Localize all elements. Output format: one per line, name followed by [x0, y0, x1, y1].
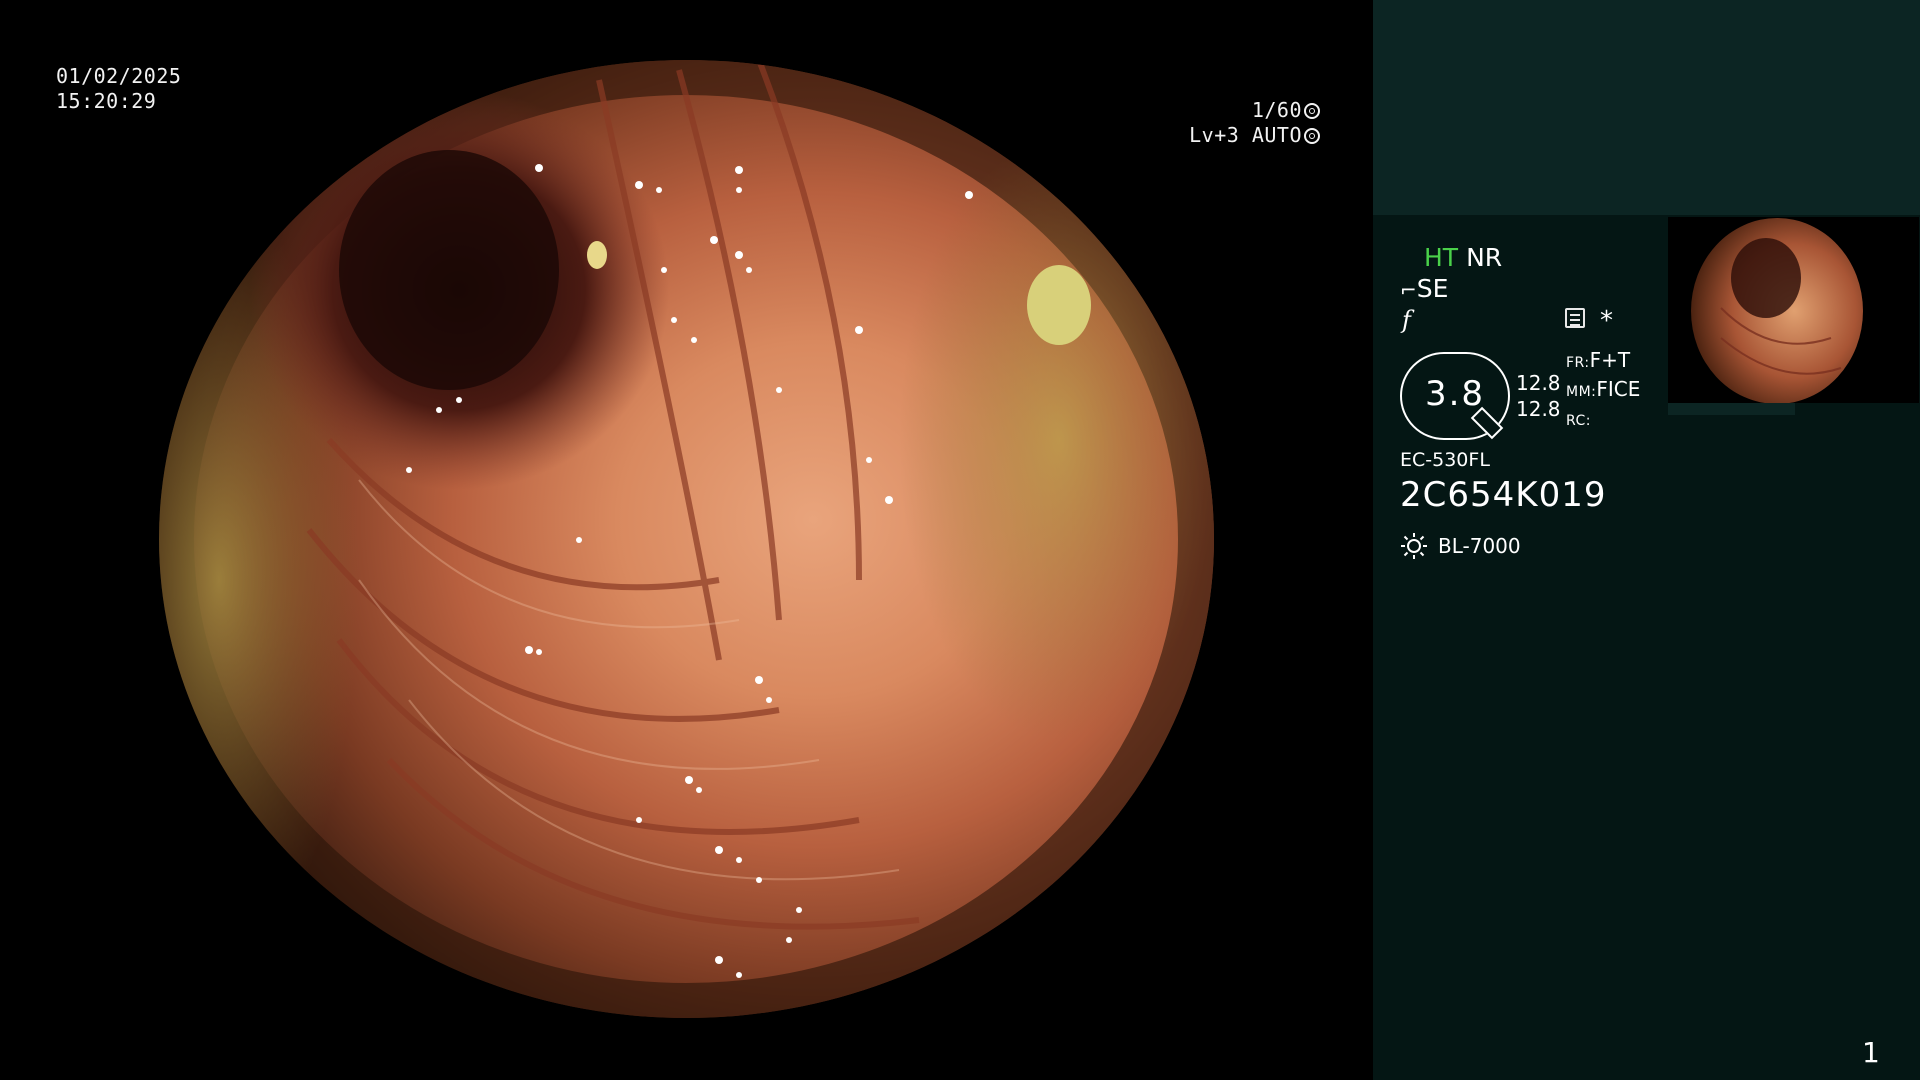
rc-label: RC: — [1566, 413, 1592, 429]
thumbnail-bar — [1668, 403, 1795, 415]
f-label: f — [1402, 306, 1411, 334]
thumbnail-bar-right — [1795, 403, 1919, 415]
param-value-2: 12.8 — [1516, 397, 1561, 421]
param-value-1: 12.8 — [1516, 371, 1561, 395]
mode-ht: HT — [1424, 243, 1459, 272]
exam-date: 01/02/2025 — [56, 64, 182, 88]
shutter-row: 1/60 — [1160, 98, 1320, 123]
exam-time: 15:20:29 — [56, 89, 157, 113]
pen-tip-icon: ⌐ — [1400, 278, 1417, 302]
param-values: 12.8 12.8 — [1516, 370, 1561, 422]
brightness-level: Lv+3 — [1189, 123, 1240, 147]
light-source: BL-7000 — [1400, 532, 1521, 560]
fr-label: FR: — [1566, 355, 1590, 371]
light-source-label: BL-7000 — [1438, 534, 1521, 558]
image-bottom-edge — [0, 1018, 1373, 1080]
document-icon — [1565, 308, 1585, 328]
shutter-speed: 1/60 — [1251, 98, 1302, 122]
page-number: 1 — [1862, 1036, 1880, 1069]
exposure-overlay: 1/60 Lv+3 AUTO — [1160, 98, 1320, 148]
fr-value: F+T — [1589, 348, 1631, 372]
date-time-overlay: 01/02/2025 15:20:29 — [56, 64, 181, 114]
zoom-value: 3.8 — [1424, 374, 1486, 414]
info-panel-header — [1373, 0, 1920, 215]
scope-model: EC-530FL — [1400, 449, 1490, 471]
fr-row: FR:F+T — [1566, 347, 1640, 376]
thumbnail-image[interactable] — [1691, 218, 1863, 404]
brightness-row: Lv+3 AUTO — [1160, 123, 1320, 148]
sun-icon — [1401, 533, 1427, 559]
asterisk-indicator: * — [1600, 306, 1613, 336]
aperture-icon — [1304, 103, 1320, 119]
iris-mode: AUTO — [1251, 123, 1302, 147]
mm-label: MM: — [1566, 384, 1597, 400]
rc-row: RC: — [1566, 405, 1640, 434]
mm-row: MM:FICE — [1566, 376, 1640, 405]
endoscope-image — [159, 60, 1214, 1018]
mode-nr: NR — [1466, 243, 1503, 272]
se-label: SE — [1416, 274, 1449, 303]
f-indicator: f — [1402, 306, 1411, 334]
mm-value: FICE — [1596, 377, 1641, 401]
image-top-edge — [0, 0, 1373, 60]
param-labels: FR:F+T MM:FICE RC: — [1566, 347, 1640, 434]
iris-icon — [1304, 128, 1320, 144]
structure-enhancement: ⌐SE — [1400, 274, 1448, 305]
scope-serial: 2C654K019 — [1400, 475, 1607, 515]
processing-modes: HT NR — [1424, 243, 1502, 273]
